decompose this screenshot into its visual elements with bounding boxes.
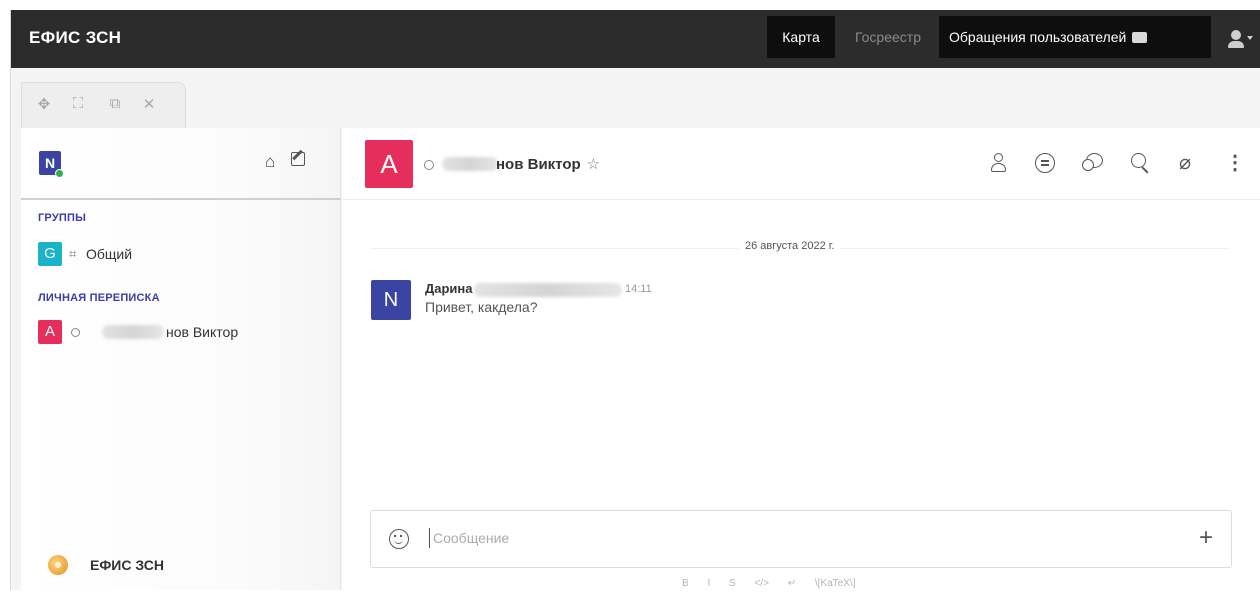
section-direct-title: ЛИЧНАЯ ПЕРЕПИСКА	[38, 292, 160, 304]
redacted-name	[442, 157, 498, 171]
room-header: A нов Виктор ☆ ⌀ ⋮	[342, 128, 1260, 200]
threads-icon[interactable]	[1032, 150, 1058, 176]
chat-icon	[1132, 31, 1148, 43]
nav-registry[interactable]: Госреестр	[839, 16, 937, 58]
status-icon	[71, 328, 80, 337]
strike-button[interactable]: S	[729, 578, 736, 589]
bold-button[interactable]: B	[682, 578, 689, 589]
popout-icon[interactable]: ⧉	[105, 95, 125, 112]
app-frame: ЕФИС ЗСН Карта Госреестр Обращения польз…	[10, 10, 1260, 590]
status-icon	[424, 160, 434, 170]
sidebar-header: N ⌂	[21, 128, 341, 200]
chevron-down-icon	[1247, 36, 1253, 40]
user-menu[interactable]	[1219, 16, 1260, 58]
user-icon	[1231, 30, 1241, 40]
avatar[interactable]: N	[39, 151, 64, 178]
section-groups-title: ГРУППЫ	[38, 212, 87, 224]
favorite-star-icon[interactable]: ☆	[587, 156, 600, 173]
text-cursor	[429, 528, 430, 548]
date-divider: 26 августа 2022 г.	[739, 240, 841, 252]
katex-button[interactable]: \[KaTeX\]	[815, 578, 856, 589]
sidebar-item-label: нов Виктор	[166, 324, 239, 340]
sidebar: N ⌂ ГРУППЫ G ⌗ Общий ЛИЧНАЯ ПЕРЕПИСКА A …	[21, 128, 341, 590]
message-time: 14:11	[625, 283, 652, 295]
workspace-footer[interactable]: ЕФИС ЗСН	[48, 554, 248, 578]
nav-user-requests[interactable]: Обращения пользователей	[939, 16, 1211, 58]
room-avatar: G	[38, 242, 62, 266]
sidebar-item-label: Общий	[86, 246, 133, 262]
room-avatar: A	[38, 320, 62, 344]
user-info-icon[interactable]	[986, 150, 1012, 176]
expand-icon[interactable]: ⛶	[68, 95, 88, 112]
message-text: Привет, какдела?	[425, 299, 538, 315]
online-status-dot	[55, 169, 64, 178]
kebab-menu-icon[interactable]: ⋮	[1222, 150, 1248, 176]
room-title: нов Виктор ☆	[496, 155, 600, 173]
top-navbar: ЕФИС ЗСН Карта Госреестр Обращения польз…	[11, 10, 1260, 68]
emoji-icon[interactable]	[389, 529, 409, 549]
italic-button[interactable]: I	[707, 578, 710, 589]
plus-icon[interactable]: +	[1199, 525, 1213, 551]
attachment-icon[interactable]: ⌀	[1172, 150, 1198, 176]
message-author[interactable]: Дарина	[425, 281, 473, 296]
multiline-button[interactable]: ↵	[788, 578, 796, 589]
channel-hash-icon: ⌗	[69, 246, 77, 261]
sidebar-item-direct-viktor[interactable]: A нов Виктор	[38, 320, 328, 344]
workspace-name: ЕФИС ЗСН	[90, 557, 164, 573]
user-icon-body	[1228, 41, 1244, 48]
nav-map[interactable]: Карта	[767, 16, 835, 58]
sidebar-item-general[interactable]: G ⌗ Общий	[38, 242, 328, 266]
chat-main: A нов Виктор ☆ ⌀ ⋮ 26 августа 2022 г. N …	[342, 128, 1260, 590]
redacted-name	[102, 325, 164, 339]
workspace-logo-icon	[48, 555, 68, 575]
window-controls: ✥ ⛶ ⧉ ✕	[21, 82, 186, 128]
avatar[interactable]: N	[371, 280, 411, 320]
message-composer: +	[370, 510, 1232, 568]
code-button[interactable]: </>	[754, 578, 768, 589]
home-icon[interactable]: ⌂	[265, 152, 275, 172]
move-icon[interactable]: ✥	[34, 95, 54, 113]
redacted-name	[474, 283, 622, 297]
avatar-letter: N	[44, 155, 56, 171]
search-icon[interactable]	[1127, 150, 1153, 176]
message-input[interactable]	[433, 527, 1133, 549]
close-icon[interactable]: ✕	[139, 95, 159, 113]
brand-title[interactable]: ЕФИС ЗСН	[29, 28, 121, 48]
room-title-text: нов Виктор	[496, 156, 581, 173]
nav-user-requests-label: Обращения пользователей	[949, 29, 1127, 45]
discussion-icon[interactable]	[1080, 150, 1106, 176]
room-avatar[interactable]: A	[365, 140, 413, 188]
create-new-icon[interactable]	[291, 152, 305, 166]
